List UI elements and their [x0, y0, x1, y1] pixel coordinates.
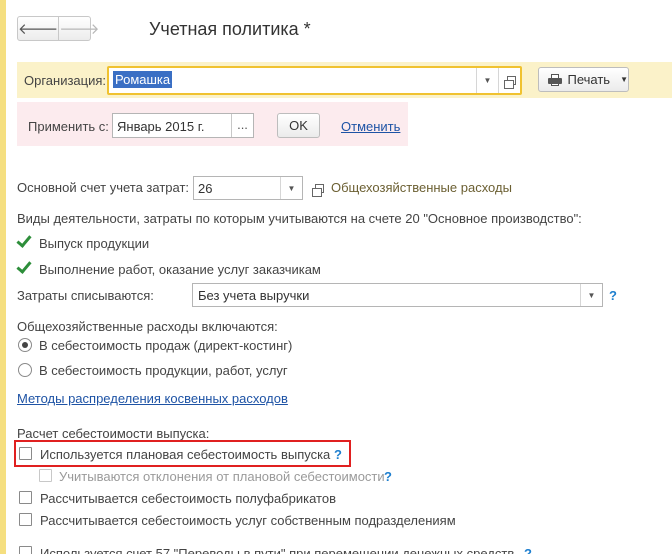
cost-account-label: Основной счет учета затрат: [17, 180, 190, 195]
product-output-label: Выпуск продукции [39, 236, 150, 251]
organization-dropdown-button[interactable]: ▼ [476, 68, 498, 93]
allocation-methods-link[interactable]: Методы распределения косвенных расходов [17, 391, 288, 406]
checkbox-deviations[interactable] [39, 469, 52, 482]
arrow-right-icon: 🡒 [59, 21, 100, 38]
check-icon [18, 261, 32, 275]
cost-account-dropdown-button[interactable]: ▼ [280, 177, 302, 199]
semi-finished-label: Рассчитывается себестоимость полуфабрика… [40, 491, 336, 506]
planned-cost-label: Используется плановая себестоимость выпу… [40, 447, 331, 462]
planned-cost-help-icon[interactable]: ? [334, 447, 342, 462]
check-icon [18, 235, 32, 249]
chevron-down-icon: ▼ [287, 183, 296, 193]
overhead-heading: Общехозяйственные расходы включаются: [17, 319, 278, 334]
checkbox-semi-finished[interactable] [19, 491, 32, 504]
write-off-label: Затраты списываются: [17, 288, 154, 303]
transit-help-icon[interactable]: ? [524, 546, 532, 554]
deviations-label: Учитываются отклонения от плановой себес… [59, 469, 385, 484]
open-form-icon [504, 76, 516, 89]
printer-icon [548, 73, 562, 86]
arrow-left-icon: 🡐 [18, 21, 59, 38]
cancel-link[interactable]: Отменить [341, 119, 400, 134]
chevron-down-icon: ▼ [483, 76, 492, 85]
chevron-down-icon: ▼ [587, 290, 596, 300]
cost-account-value: 26 [198, 181, 213, 196]
organization-label: Организация: [24, 73, 107, 88]
open-form-icon [312, 184, 324, 197]
apply-date-label: Применить с: [28, 119, 109, 134]
navigation-buttons: 🡐 🡒 [17, 16, 99, 41]
checkbox-product-output[interactable] [18, 235, 32, 249]
apply-date-select-button[interactable]: ... [231, 114, 253, 137]
checkbox-planned-cost[interactable] [19, 447, 32, 460]
deviations-help-icon[interactable]: ? [384, 469, 392, 484]
organization-field[interactable]: Ромашка ▼ [107, 66, 522, 95]
direct-costing-label: В себестоимость продаж (директ-костинг) [39, 338, 293, 353]
apply-date-field[interactable]: Январь 2015 г. ... [112, 113, 254, 138]
transit-account-label: Используется счет 57 "Переводы в пути" п… [40, 546, 515, 554]
print-button-label: Печать [567, 72, 611, 87]
production-cost-label: В себестоимость продукции, работ, услуг [39, 363, 288, 378]
write-off-select[interactable]: Без учета выручки ▼ [192, 283, 603, 307]
page-title: Учетная политика * [149, 19, 311, 39]
print-button[interactable]: Печать ▼ [538, 67, 629, 92]
organization-open-button[interactable] [498, 68, 520, 93]
activities-heading: Виды деятельности, затраты по которым уч… [17, 211, 582, 226]
radio-direct-costing[interactable] [18, 338, 32, 352]
write-off-dropdown-button[interactable]: ▼ [580, 284, 602, 306]
apply-date-value: Январь 2015 г. [117, 119, 205, 134]
works-services-label: Выполнение работ, оказание услуг заказчи… [39, 262, 321, 277]
left-accent-bar [0, 0, 6, 554]
checkbox-own-services[interactable] [19, 513, 32, 526]
checkbox-works-services[interactable] [18, 261, 32, 275]
cost-calc-heading: Расчет себестоимости выпуска: [17, 426, 210, 441]
radio-production-cost[interactable] [18, 363, 32, 377]
cost-account-description: Общехозяйственные расходы [331, 180, 512, 195]
checkbox-transit-account[interactable] [19, 546, 32, 554]
back-button[interactable]: 🡐 [18, 17, 58, 40]
forward-button[interactable]: 🡒 [58, 17, 99, 40]
cost-account-open-button[interactable] [307, 176, 327, 200]
write-off-value: Без учета выручки [198, 288, 310, 303]
write-off-help-icon[interactable]: ? [609, 288, 617, 303]
cost-account-field[interactable]: 26 ▼ [193, 176, 303, 200]
own-services-label: Рассчитывается себестоимость услуг собст… [40, 513, 456, 528]
ok-button[interactable]: OK [277, 113, 320, 138]
chevron-down-icon: ▼ [620, 75, 628, 84]
organization-value[interactable]: Ромашка [113, 71, 173, 88]
